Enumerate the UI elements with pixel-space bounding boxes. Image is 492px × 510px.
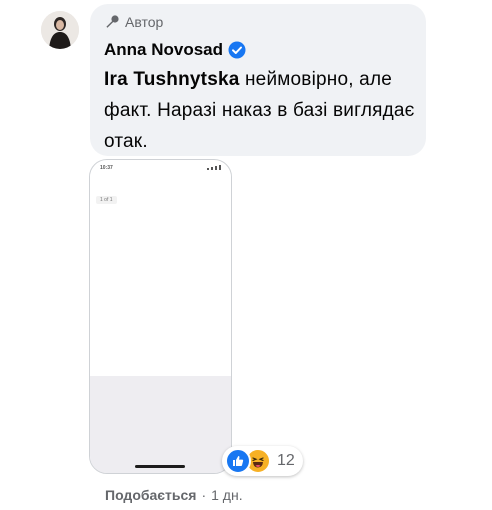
author-badge-label: Автор xyxy=(125,14,164,30)
comment-timestamp[interactable]: 1 дн. xyxy=(211,487,242,503)
like-button[interactable]: Подобається xyxy=(105,487,196,503)
comment-bubble: Автор Anna Novosad Ira Tushnytska неймов… xyxy=(90,4,426,156)
action-separator: · xyxy=(201,487,207,503)
phone-time: 10:37 xyxy=(100,165,113,171)
author-avatar[interactable] xyxy=(41,11,79,49)
document-page: 1 of 1 xyxy=(90,174,231,376)
avatar-photo xyxy=(41,11,79,49)
comment-actions: Подобається · 1 дн. xyxy=(105,487,243,503)
attached-screenshot[interactable]: 10:37 1 of 1 xyxy=(89,159,232,474)
page-counter: 1 of 1 xyxy=(96,196,117,204)
phone-status-bar: 10:37 xyxy=(90,160,231,174)
signal-icon xyxy=(207,165,221,170)
author-name-link[interactable]: Anna Novosad xyxy=(104,40,246,60)
reaction-count: 12 xyxy=(277,452,295,469)
microphone-icon xyxy=(104,14,120,30)
like-icon xyxy=(225,448,251,474)
verified-badge-icon xyxy=(228,41,246,59)
author-name: Anna Novosad xyxy=(104,40,224,59)
mention-link[interactable]: Ira Tushnytska xyxy=(104,69,240,90)
author-badge: Автор xyxy=(104,14,163,30)
comment-text: Ira Tushnytska неймовірно, але факт. Нар… xyxy=(104,64,416,157)
home-indicator xyxy=(135,465,185,468)
document-empty-area xyxy=(90,376,231,473)
reactions-summary[interactable]: 12 xyxy=(222,446,303,476)
